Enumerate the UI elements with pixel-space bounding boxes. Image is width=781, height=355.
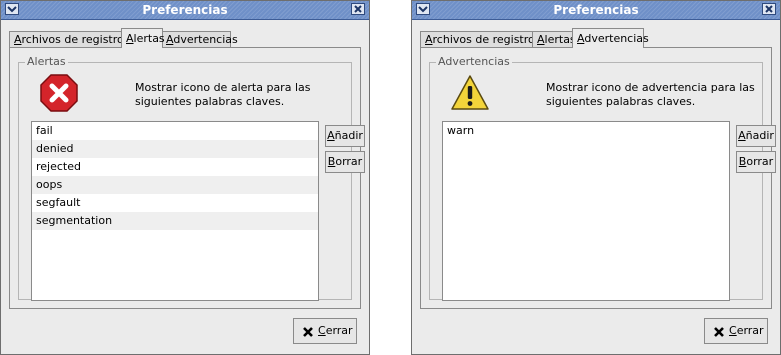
keywords-list[interactable]: fail denied rejected oops segfault segme… — [31, 121, 319, 301]
alerts-frame: Alertas Mostrar icono de alerta para las… — [18, 55, 365, 301]
button-label-text: errar — [325, 324, 353, 337]
close-button-label: Cerrar — [729, 324, 764, 338]
button-label: ñadir — [745, 129, 774, 142]
button-mnemonic: C — [318, 324, 326, 337]
tab-label: rchivos de registro — [21, 33, 124, 46]
remove-button[interactable]: Borrar — [325, 151, 365, 173]
tab-mnemonic: A — [14, 33, 22, 46]
tab-mnemonic: A — [425, 33, 433, 46]
tab-log-files[interactable]: Archivos de registro — [420, 31, 535, 47]
title-bar[interactable]: Preferencias — [1, 1, 369, 20]
frame-label: Alertas — [25, 55, 68, 68]
close-button[interactable]: Cerrar — [293, 318, 357, 344]
add-button[interactable]: Añadir — [325, 125, 365, 147]
tab-label: lertas — [544, 33, 576, 46]
button-label-text: errar — [736, 324, 764, 337]
list-item[interactable]: denied — [32, 140, 318, 158]
tab-warnings[interactable]: Advertencias — [161, 31, 238, 47]
close-icon — [714, 327, 724, 337]
button-mnemonic: C — [729, 324, 737, 337]
warning-icon — [451, 75, 489, 110]
button-label: ñadir — [334, 129, 363, 142]
button-label: orrar — [746, 155, 774, 168]
list-item[interactable]: segfault — [32, 194, 318, 212]
warnings-frame: Advertencias Mostrar icono de advertenci… — [429, 55, 776, 301]
list-item[interactable]: rejected — [32, 158, 318, 176]
frame-label: Advertencias — [436, 55, 512, 68]
tab-mnemonic: A — [537, 33, 545, 46]
tab-label: lertas — [133, 32, 165, 45]
list-item[interactable]: fail — [32, 122, 318, 140]
tab-alerts[interactable]: Alertas — [121, 28, 165, 48]
close-button[interactable]: Cerrar — [704, 318, 768, 344]
preferences-window-alerts: Preferencias Archivos de registro Alerta… — [0, 0, 370, 355]
keywords-list[interactable]: warn — [442, 121, 730, 301]
button-mnemonic: A — [327, 129, 335, 142]
close-icon — [303, 327, 313, 337]
tab-label: dvertencias — [173, 33, 238, 46]
close-icon — [354, 5, 362, 13]
tab-label: dvertencias — [584, 32, 649, 45]
preferences-window-warnings: Preferencias Archivos de registro Alerta… — [411, 0, 781, 355]
tab-panel-warnings: Advertencias Mostrar icono de advertenci… — [420, 47, 776, 309]
tab-warnings[interactable]: Advertencias — [572, 28, 649, 48]
list-item[interactable]: warn — [443, 122, 729, 140]
error-icon — [40, 74, 78, 112]
close-icon — [765, 5, 773, 13]
list-item[interactable]: oops — [32, 176, 318, 194]
add-button[interactable]: Añadir — [736, 125, 776, 147]
remove-button[interactable]: Borrar — [736, 151, 776, 173]
window-title: Preferencias — [142, 3, 228, 17]
tab-alerts[interactable]: Alertas — [532, 31, 576, 47]
window-close-button[interactable] — [351, 3, 365, 15]
tab-log-files[interactable]: Archivos de registro — [9, 31, 124, 47]
title-bar[interactable]: Preferencias — [412, 1, 780, 20]
window-title: Preferencias — [553, 3, 639, 17]
tab-label: rchivos de registro — [432, 33, 535, 46]
list-item[interactable]: segmentation — [32, 212, 318, 230]
button-mnemonic: A — [738, 129, 746, 142]
tab-mnemonic: A — [126, 32, 134, 45]
warnings-description: Mostrar icono de advertencia para las si… — [546, 81, 755, 108]
button-label: orrar — [335, 155, 363, 168]
alerts-description: Mostrar icono de alerta para las siguien… — [135, 81, 311, 108]
tab-panel-alerts: Alertas Mostrar icono de alerta para las… — [9, 47, 365, 309]
close-button-label: Cerrar — [318, 324, 353, 338]
window-close-button[interactable] — [762, 3, 776, 15]
